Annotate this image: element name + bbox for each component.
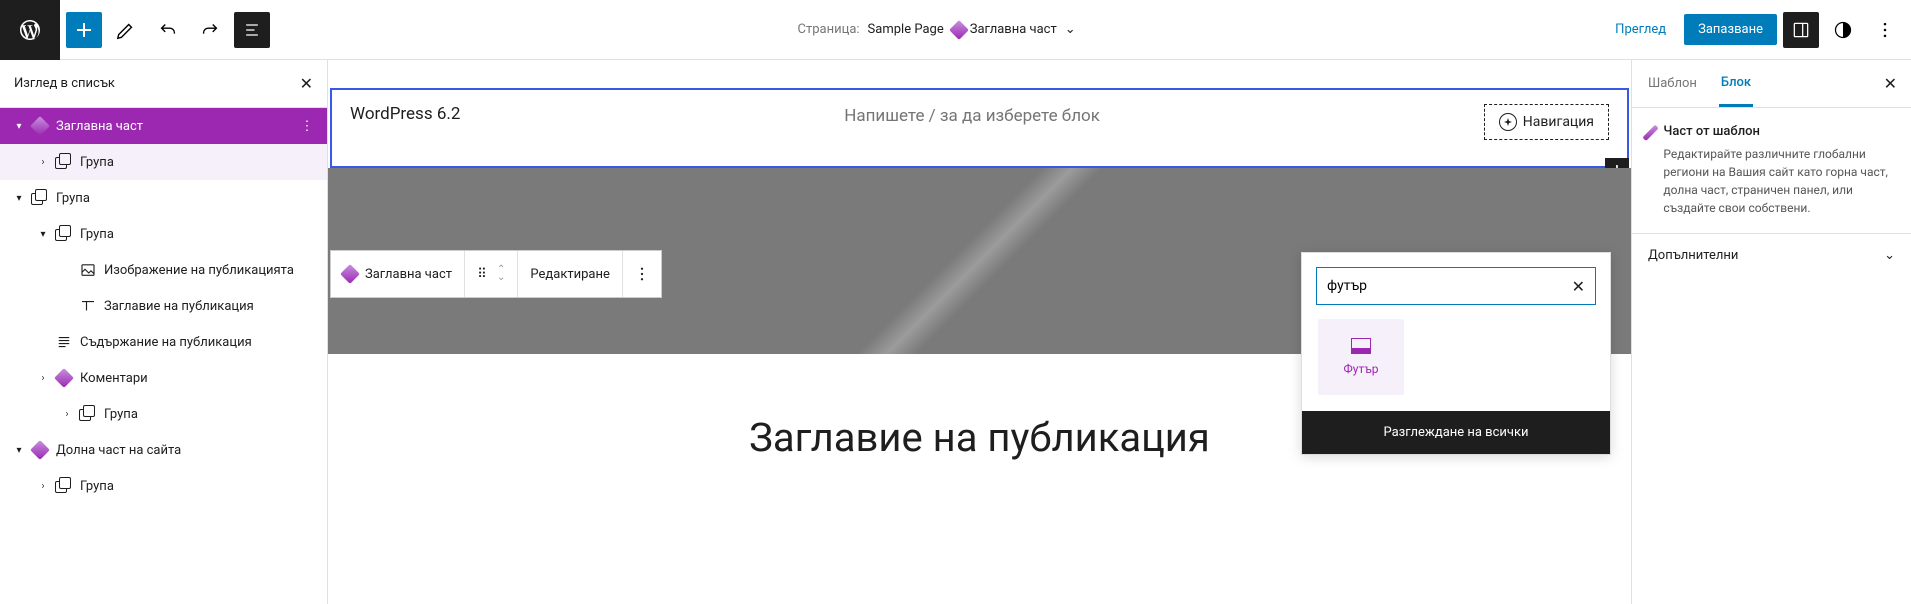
block-result-label: Футър: [1344, 362, 1379, 376]
preview-button[interactable]: Преглед: [1603, 14, 1678, 45]
save-button[interactable]: Запазване: [1684, 14, 1777, 45]
browse-all-button[interactable]: Разглеждане на всички: [1302, 411, 1610, 454]
list-item[interactable]: ▾Заглавна част⋮: [0, 108, 327, 144]
footer-block-icon: [1351, 338, 1371, 354]
template-part-icon: [340, 264, 360, 284]
advanced-panel-toggle[interactable]: Допълнителни ⌄: [1632, 233, 1911, 277]
list-view-button[interactable]: [234, 12, 270, 48]
close-sidebar-button[interactable]: ✕: [1884, 74, 1897, 93]
block-search-input[interactable]: [1327, 278, 1572, 294]
edit-template-part-button[interactable]: Редактиране: [518, 251, 622, 297]
block-toolbar: Заглавна част ⠿ ⌃⌄ Редактиране: [330, 250, 662, 298]
tab-template[interactable]: Шаблон: [1646, 62, 1699, 105]
list-view-panel: Изглед в списък ✕ ▾Заглавна част⋮›Група▾…: [0, 60, 328, 604]
block-info-description: Редактирайте различните глобални региони…: [1663, 145, 1895, 217]
template-part-icon: [1642, 125, 1659, 142]
template-part-icon: [949, 20, 969, 40]
wordpress-logo[interactable]: [0, 0, 60, 60]
navigation-label: Навигация: [1523, 114, 1594, 130]
list-item[interactable]: Заглавие на публикация: [0, 288, 327, 324]
header-template-part-block[interactable]: WordPress 6.2 Напишете / за да изберете …: [330, 88, 1629, 168]
chevron-down-icon: ⌄: [1884, 248, 1895, 263]
list-item[interactable]: ▾Група: [0, 180, 327, 216]
block-info-title: Част от шаблон: [1663, 124, 1895, 139]
tab-block[interactable]: Блок: [1719, 61, 1753, 107]
list-item[interactable]: ›Група: [0, 468, 327, 504]
clear-search-button[interactable]: ✕: [1572, 277, 1585, 296]
list-view-title: Изглед в списък: [14, 76, 115, 91]
settings-panel-toggle[interactable]: [1783, 12, 1819, 48]
chevron-down-icon: ⌄: [1065, 22, 1076, 37]
block-result-footer[interactable]: Футър: [1318, 319, 1404, 395]
redo-button[interactable]: [192, 12, 228, 48]
settings-sidebar: Шаблон Блок ✕ Част от шаблон Редактирайт…: [1631, 60, 1911, 604]
toolbar-more-button[interactable]: [623, 251, 661, 297]
active-part-label: Заглавна част: [970, 22, 1057, 37]
more-options-button[interactable]: [1867, 12, 1903, 48]
close-list-view-button[interactable]: ✕: [300, 74, 313, 93]
undo-button[interactable]: [150, 12, 186, 48]
drag-handle[interactable]: ⠿: [477, 267, 489, 282]
list-item[interactable]: Изображение на публикацията: [0, 252, 327, 288]
list-item[interactable]: ›Група: [0, 144, 327, 180]
list-item[interactable]: ▾Долна част на сайта: [0, 432, 327, 468]
styles-button[interactable]: [1825, 12, 1861, 48]
block-placeholder[interactable]: Напишете / за да изберете блок: [460, 106, 1483, 126]
list-item[interactable]: ▾Група: [0, 216, 327, 252]
list-item[interactable]: ›Коментари: [0, 360, 327, 396]
move-up-down-buttons[interactable]: ⌃⌄: [497, 266, 505, 282]
site-title: WordPress 6.2: [350, 104, 460, 124]
navigation-block[interactable]: Навигация: [1484, 104, 1609, 140]
list-item[interactable]: ›Група: [0, 396, 327, 432]
document-title[interactable]: Страница: Sample Page Заглавна част ⌄: [798, 22, 1076, 37]
compass-icon: [1499, 113, 1517, 131]
tools-button[interactable]: [108, 12, 144, 48]
block-inserter-popover: ✕ Футър Разглеждане на всички: [1301, 252, 1611, 455]
page-name-label: Sample Page: [868, 22, 944, 37]
add-block-button[interactable]: [66, 12, 102, 48]
toolbar-block-name: Заглавна част: [365, 267, 452, 282]
page-prefix-label: Страница:: [798, 22, 860, 37]
list-item[interactable]: Съдържание на публикация: [0, 324, 327, 360]
